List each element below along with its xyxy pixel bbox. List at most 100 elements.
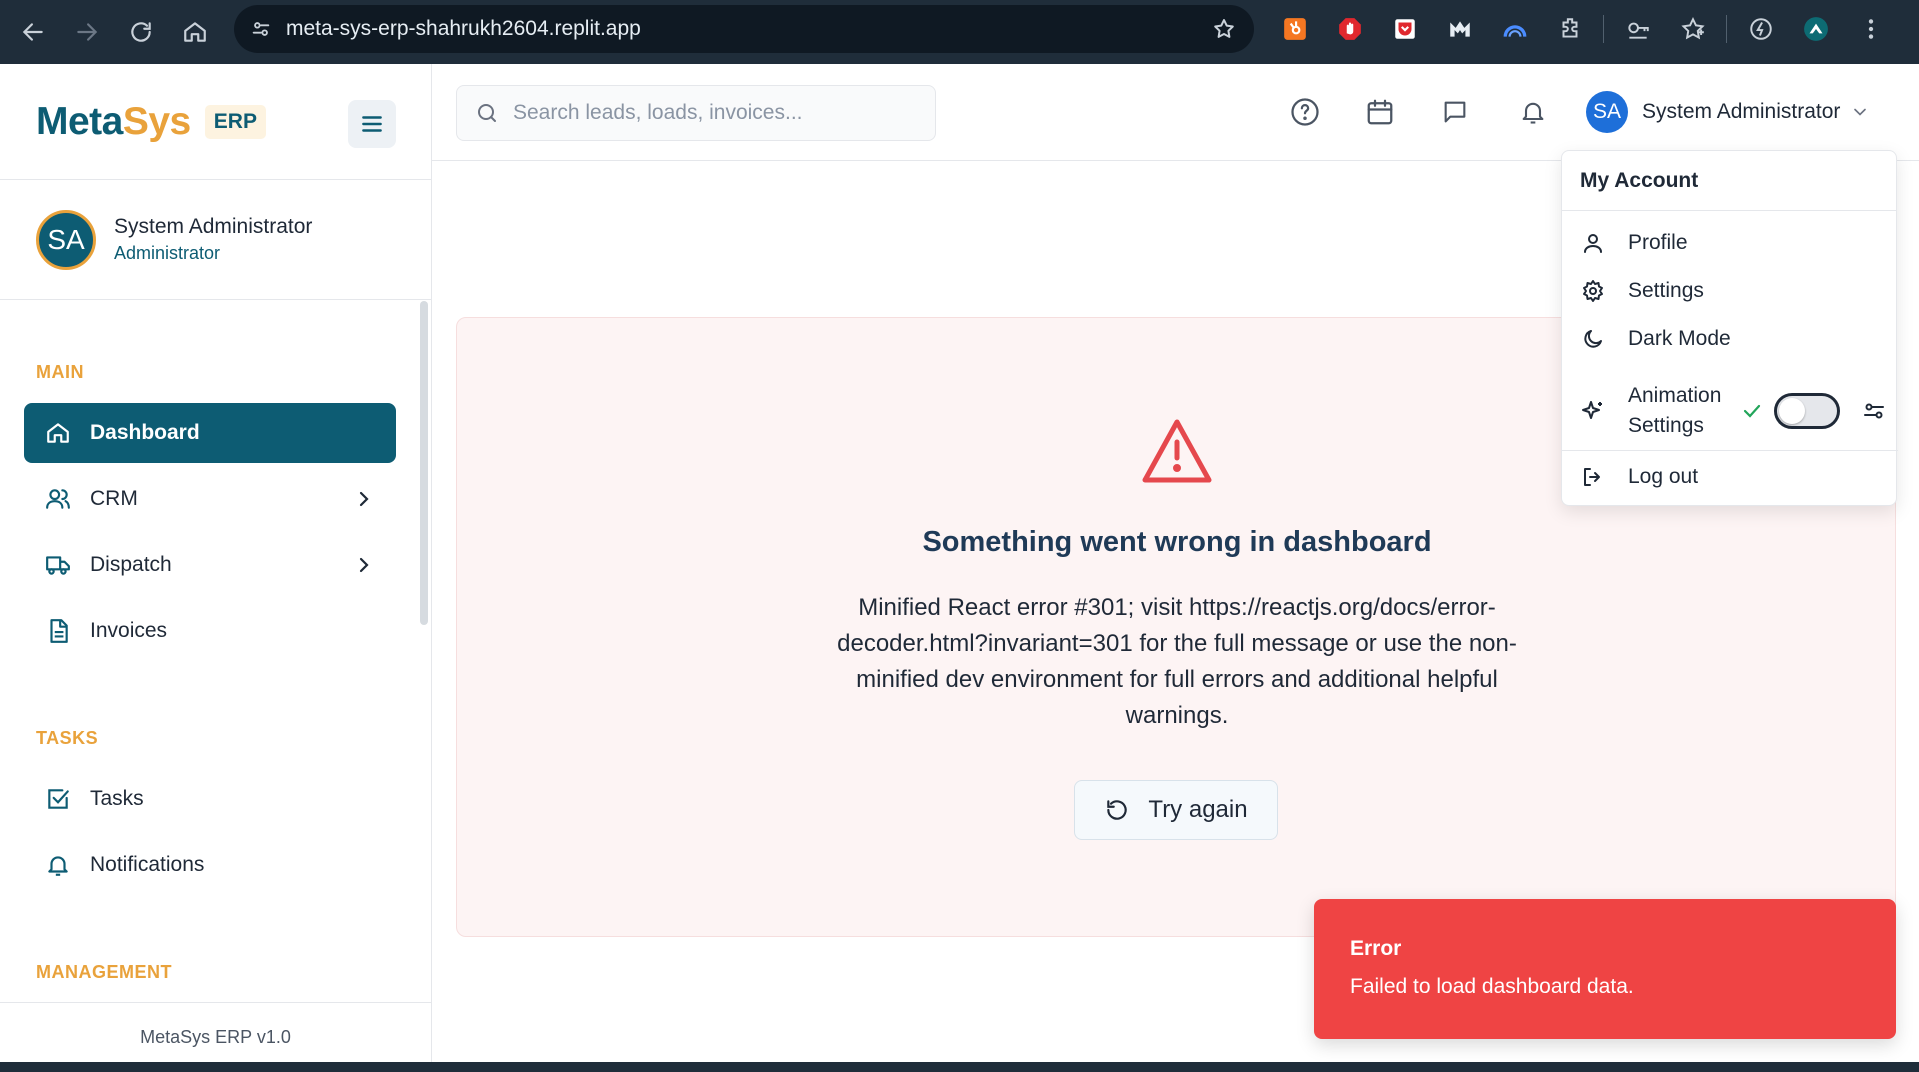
sidebar-user-card: SA System Administrator Administrator [0,180,431,300]
user-name: System Administrator [114,215,313,238]
reload-icon [131,22,151,42]
password-key-icon[interactable] [1618,9,1658,49]
browser-toolbar: meta-sys-erp-shahrukh2604.replit.app [0,0,1919,64]
animation-label-line2: Settings [1628,413,1704,437]
sidebar-item-crm[interactable]: CRM [24,469,396,529]
toast-title: Error [1350,937,1402,960]
brand-badge: ERP [204,104,266,139]
menu-item-label: Animation Settings [1628,381,1732,441]
arrow-left-icon [22,23,43,41]
nav-section-tasks: TASKS [36,728,99,748]
home-button[interactable] [168,5,222,59]
header-user-name: System Administrator [1642,100,1841,123]
menu-item-label: Log out [1628,465,1699,488]
sidebar-item-label: Dispatch [90,553,172,576]
menu-item-label: Dark Mode [1628,327,1731,350]
menu-item-label: Profile [1628,231,1688,254]
sidebar: Meta Sys ERP SA System Administrator Admi… [0,64,432,1072]
check-icon [1743,404,1761,418]
sidebar-item-label: Tasks [90,787,144,810]
truck-icon [44,551,72,579]
menu-item-animation-settings[interactable]: Animation Settings [1562,371,1898,451]
search-box[interactable] [456,85,936,141]
sidebar-scrollbar[interactable] [420,301,428,625]
arrow-right-icon [77,23,98,41]
sliders-icon[interactable] [1862,399,1886,423]
user-icon [1580,230,1606,256]
hubspot-icon[interactable] [1275,9,1315,49]
brand-area: Meta Sys ERP [0,64,431,180]
sync-icon[interactable] [1741,9,1781,49]
nav-section-management: MANAGEMENT [36,962,172,982]
moon-icon [1580,326,1606,352]
sidebar-item-notifications[interactable]: Notifications [24,835,396,895]
brand-name-sys: Sys [122,99,191,143]
toolbar-divider [1726,15,1727,43]
bookmark-star-icon[interactable] [1204,9,1244,49]
profile-avatar-icon[interactable] [1796,9,1836,49]
logout-icon [1580,464,1606,490]
animation-label-line1: Animation [1628,383,1722,407]
site-settings-icon[interactable] [246,14,276,44]
menu-item-label: Settings [1628,279,1704,302]
chevron-right-icon [359,557,369,573]
gear-icon [1580,278,1606,304]
menu-item-logout[interactable]: Log out [1562,453,1898,501]
chevron-down-icon [1854,108,1867,116]
sidebar-item-label: Notifications [90,853,205,876]
sidebar-item-dashboard[interactable]: Dashboard [24,403,396,463]
search-input[interactable] [513,101,913,125]
user-info: System Administrator Administrator [114,215,312,264]
sidebar-item-invoices[interactable]: Invoices [24,601,396,661]
back-button[interactable] [6,5,60,59]
home-icon [184,22,206,42]
calendar-button[interactable] [1362,94,1398,130]
pocket-icon[interactable] [1385,9,1425,49]
notifications-button[interactable] [1515,94,1551,130]
help-button[interactable] [1287,94,1323,130]
try-again-button[interactable]: Try again [1074,780,1278,840]
menu-item-dark-mode[interactable]: Dark Mode [1562,315,1898,363]
warning-triangle-icon [1142,419,1212,483]
chevron-right-icon [359,491,369,507]
file-text-icon [44,617,72,645]
browser-menu-icon[interactable] [1851,9,1891,49]
search-icon [478,104,496,122]
messages-button[interactable] [1437,94,1473,130]
toggle-knob [1779,397,1805,424]
sidebar-item-label: Dashboard [90,421,200,444]
sidebar-toggle-button[interactable] [348,100,396,148]
taskbar-edge [0,1062,1919,1072]
menu-item-profile[interactable]: Profile [1562,219,1898,267]
favorites-star-icon[interactable] [1673,9,1713,49]
menu-item-settings[interactable]: Settings [1562,267,1898,315]
user-menu-trigger[interactable]: SA System Administrator [1586,88,1870,136]
m-logo-icon[interactable] [1440,9,1480,49]
address-bar[interactable]: meta-sys-erp-shahrukh2604.replit.app [234,5,1254,53]
arc-icon[interactable] [1495,9,1535,49]
sidebar-item-label: CRM [90,487,138,510]
avatar: SA [1586,91,1628,133]
reload-button[interactable] [114,5,168,59]
animation-toggle[interactable] [1774,392,1840,429]
adblock-icon[interactable] [1330,9,1370,49]
error-title: Something went wrong in dashboard [922,526,1432,558]
users-icon [44,485,72,513]
message-icon [1444,101,1466,123]
retry-icon [1107,800,1128,820]
sidebar-item-dispatch[interactable]: Dispatch [24,535,396,595]
forward-button[interactable] [60,5,114,59]
try-again-label: Try again [1148,796,1248,823]
url-text[interactable]: meta-sys-erp-shahrukh2604.replit.app [286,17,1204,41]
toolbar-divider [1603,15,1604,43]
account-dropdown-menu: My Account Profile Settings Dark Mode An… [1561,150,1898,506]
dropdown-header: My Account [1562,151,1896,211]
error-toast[interactable]: Error Failed to load dashboard data. [1314,899,1896,1039]
brand-name-meta: Meta [36,99,123,143]
bell-icon [1522,102,1544,124]
puzzle-icon[interactable] [1550,9,1590,49]
sidebar-item-label: Invoices [90,619,168,642]
home-icon [44,419,72,447]
extensions-row [1275,9,1906,49]
sidebar-item-tasks[interactable]: Tasks [24,769,396,829]
